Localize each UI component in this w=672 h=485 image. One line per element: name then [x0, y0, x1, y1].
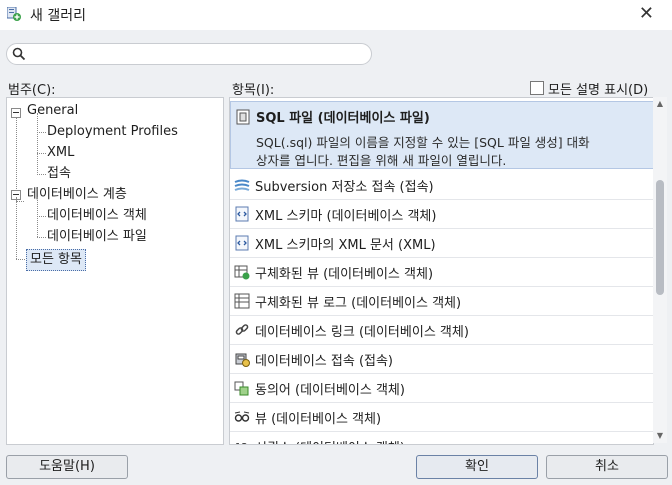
show-all-descriptions-checkbox[interactable]: [530, 81, 544, 95]
tree-item-deployment-profiles[interactable]: Deployment Profiles: [47, 122, 178, 142]
sequence-icon: 12: [235, 442, 248, 445]
window-title: 새 갤러리: [30, 8, 86, 24]
synonym-icon: [234, 381, 249, 396]
item-label: XML 스키마의 XML 문서 (XML): [255, 238, 436, 253]
item-label: Subversion 저장소 접속 (접속): [255, 180, 434, 195]
gallery-app-icon: [7, 7, 21, 21]
tree-item-database-objects[interactable]: 데이터베이스 객체: [47, 206, 147, 226]
item-label: 동의어 (데이터베이스 객체): [255, 383, 405, 398]
category-tree: General Deployment Profiles XML 접속 데이터베이…: [6, 97, 224, 445]
item-label: 구체화된 뷰 (데이터베이스 객체): [255, 267, 434, 282]
list-item[interactable]: 데이터베이스 링크 (데이터베이스 객체): [230, 315, 653, 345]
subversion-icon: [234, 179, 250, 191]
item-label: 데이터베이스 링크 (데이터베이스 객체): [255, 325, 469, 340]
materialized-view-log-icon: [234, 293, 250, 309]
search-icon: [12, 47, 26, 61]
item-description: SQL(.sql) 파일의 이름을 지정할 수 있는 [SQL 파일 생성] 대…: [256, 135, 590, 168]
item-label: XML 스키마 (데이터베이스 객체): [255, 209, 437, 224]
items-label: 항목(I):: [232, 83, 275, 98]
categories-label: 범주(C):: [8, 83, 56, 98]
view-icon: [234, 411, 250, 422]
tree-item-database-tier[interactable]: 데이터베이스 계층: [27, 185, 127, 205]
tree-item-xml[interactable]: XML: [47, 143, 74, 163]
list-item[interactable]: Subversion 저장소 접속 (접속): [230, 170, 653, 200]
search-input[interactable]: [6, 43, 372, 65]
list-item[interactable]: 뷰 (데이터베이스 객체): [230, 402, 653, 432]
xml-document-icon: [235, 235, 249, 251]
xml-schema-icon: [235, 206, 249, 222]
close-icon[interactable]: ✕: [639, 3, 654, 24]
list-item[interactable]: 데이터베이스 접속 (접속): [230, 344, 653, 374]
tree-item-connections[interactable]: 접속: [47, 164, 71, 184]
scroll-down-icon[interactable]: ▼: [655, 432, 665, 440]
list-item[interactable]: 구체화된 뷰 (데이터베이스 객체): [230, 257, 653, 287]
list-item-sql-file[interactable]: SQL 파일 (데이터베이스 파일) SQL(.sql) 파일의 이름을 지정할…: [230, 101, 653, 169]
list-item[interactable]: 12 시퀀스 (데이터베이스 객체): [230, 431, 653, 445]
materialized-view-icon: [234, 265, 250, 280]
item-label: 뷰 (데이터베이스 객체): [255, 412, 382, 427]
item-title: SQL 파일 (데이터베이스 파일): [256, 111, 430, 126]
items-list: SQL 파일 (데이터베이스 파일) SQL(.sql) 파일의 이름을 지정할…: [229, 97, 654, 445]
database-link-icon: [235, 324, 249, 335]
list-item[interactable]: 구체화된 뷰 로그 (데이터베이스 객체): [230, 286, 653, 316]
item-label: 시퀀스 (데이터베이스 객체): [255, 437, 405, 444]
tree-item-database-files[interactable]: 데이터베이스 파일: [47, 227, 147, 247]
help-button[interactable]: 도움말(H): [6, 455, 128, 479]
scroll-thumb[interactable]: [656, 180, 664, 295]
cancel-button[interactable]: 취소: [546, 455, 668, 479]
item-label: 데이터베이스 접속 (접속): [255, 354, 394, 369]
database-connection-icon: [235, 353, 250, 367]
scroll-up-icon[interactable]: ▲: [655, 100, 665, 108]
ok-button[interactable]: 확인: [416, 455, 538, 479]
sql-file-icon: [236, 109, 250, 125]
collapse-general-icon[interactable]: [11, 108, 21, 118]
list-item[interactable]: 동의어 (데이터베이스 객체): [230, 373, 653, 403]
tree-item-general[interactable]: General: [27, 101, 78, 121]
list-item[interactable]: XML 스키마 (데이터베이스 객체): [230, 199, 653, 229]
svg-text:12: 12: [235, 442, 248, 445]
list-item[interactable]: XML 스키마의 XML 문서 (XML): [230, 228, 653, 258]
item-label: 구체화된 뷰 로그 (데이터베이스 객체): [255, 296, 462, 311]
show-all-descriptions-label[interactable]: 모든 설명 표시(D): [548, 79, 648, 98]
title-bar: 새 갤러리 ✕: [0, 0, 672, 30]
tree-item-all-items[interactable]: 모든 항목: [26, 249, 86, 271]
